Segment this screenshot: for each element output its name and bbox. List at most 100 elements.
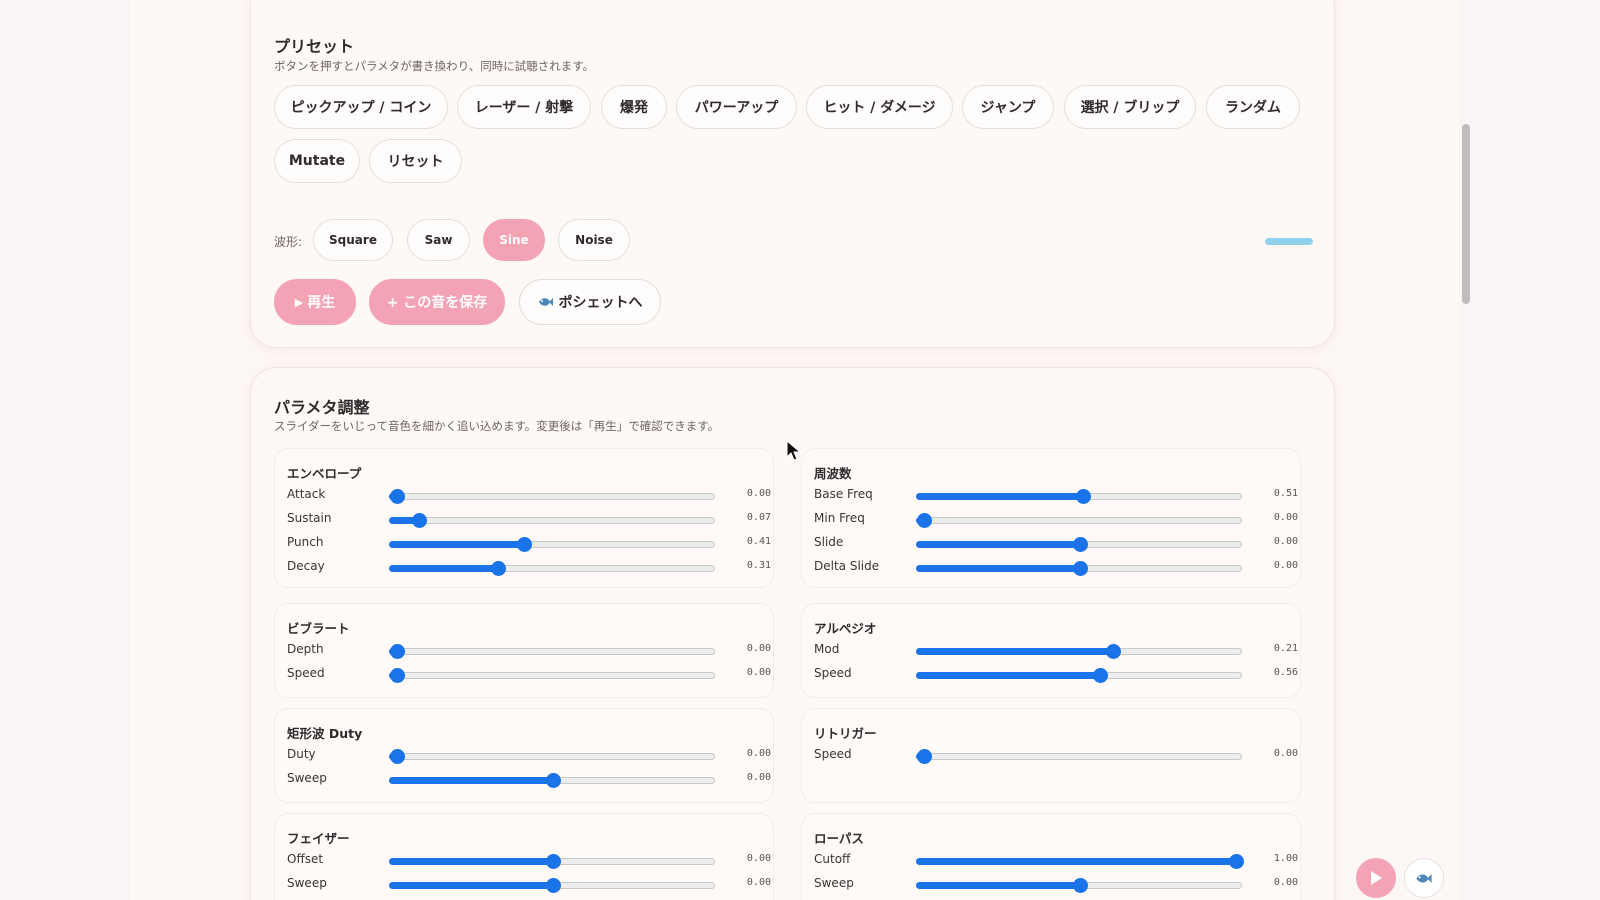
preset-title: プリセット: [274, 37, 355, 56]
param-slider-thumb[interactable]: [917, 513, 932, 528]
param-group: リトリガー Speed 0.00: [801, 708, 1301, 803]
param-slider-thumb[interactable]: [546, 773, 561, 788]
param-slider-fill: [916, 648, 1112, 655]
param-value: 0.00: [1273, 748, 1298, 759]
floating-pochette-button[interactable]: [1404, 858, 1444, 898]
param-label: Sweep: [814, 876, 854, 890]
param-slider[interactable]: [389, 537, 715, 552]
play-label: 再生: [307, 295, 336, 311]
param-value: 0.56: [1273, 667, 1298, 678]
mutate-button[interactable]: Mutate: [274, 139, 360, 183]
preset-explosion-button[interactable]: 爆発: [601, 85, 667, 129]
param-label: Slide: [814, 535, 844, 549]
preset-laser-button[interactable]: レーザー / 射撃: [457, 85, 591, 129]
param-slider[interactable]: [389, 644, 715, 659]
param-slider-thumb[interactable]: [390, 644, 405, 659]
reset-button[interactable]: リセット: [369, 139, 462, 183]
param-slider-thumb[interactable]: [517, 537, 532, 552]
param-group-title: アルペジオ: [814, 621, 877, 636]
param-value: 0.07: [746, 512, 771, 523]
param-label: Delta Slide: [814, 559, 880, 573]
param-slider-thumb[interactable]: [1073, 561, 1088, 576]
preset-random-button[interactable]: ランダム: [1206, 85, 1300, 129]
param-slider[interactable]: [389, 878, 715, 893]
param-slider[interactable]: [916, 561, 1242, 576]
param-slider[interactable]: [916, 644, 1242, 659]
param-value: 0.00: [746, 488, 771, 499]
param-slider[interactable]: [916, 668, 1242, 683]
param-slider-thumb[interactable]: [390, 489, 405, 504]
wave-sine-button[interactable]: Sine: [483, 219, 545, 261]
parameter-subtitle: スライダーをいじって音色を細かく追い込めます。変更後は「再生」で確認できます。: [274, 419, 720, 433]
param-slider[interactable]: [916, 749, 1242, 764]
floating-play-button[interactable]: [1356, 858, 1396, 898]
param-slider-thumb[interactable]: [1229, 854, 1244, 869]
param-group-title: リトリガー: [814, 726, 877, 741]
wave-noise-button[interactable]: Noise: [558, 219, 630, 261]
param-label: Speed: [814, 666, 852, 680]
param-slider[interactable]: [389, 854, 715, 869]
param-slider-thumb[interactable]: [546, 854, 561, 869]
preset-jump-button[interactable]: ジャンプ: [962, 85, 1054, 129]
param-group: ローパス Cutoff 1.00 Sweep 0.00: [801, 813, 1301, 900]
preset-select-blip-button[interactable]: 選択 / ブリップ: [1064, 85, 1196, 129]
param-slider-thumb[interactable]: [917, 749, 932, 764]
param-slider[interactable]: [916, 854, 1244, 869]
param-group: フェイザー Offset 0.00 Sweep 0.00: [274, 813, 774, 900]
save-sound-button[interactable]: + この音を保存: [369, 279, 505, 325]
play-button[interactable]: ▶ 再生: [274, 279, 356, 325]
param-slider[interactable]: [389, 773, 715, 788]
param-slider-thumb[interactable]: [1073, 537, 1088, 552]
param-slider[interactable]: [389, 513, 715, 528]
pochette-button[interactable]: ポシェットへ: [519, 279, 661, 325]
param-slider[interactable]: [389, 668, 715, 683]
waveform-label: 波形:: [274, 235, 303, 249]
param-group-title: ローパス: [814, 831, 864, 846]
param-slider-thumb[interactable]: [546, 878, 561, 893]
param-value: 0.00: [746, 643, 771, 654]
wave-square-button[interactable]: Square: [313, 219, 393, 261]
param-label: Speed: [287, 666, 325, 680]
param-value: 0.41: [746, 536, 771, 547]
param-slider-thumb[interactable]: [412, 513, 427, 528]
param-slider[interactable]: [916, 537, 1242, 552]
param-value: 0.00: [746, 772, 771, 783]
param-group-title: ビブラート: [287, 621, 350, 636]
param-slider[interactable]: [389, 561, 715, 576]
param-slider-thumb[interactable]: [1093, 668, 1108, 683]
param-slider-thumb[interactable]: [390, 749, 405, 764]
param-row: Sustain 0.07: [275, 509, 775, 531]
param-slider-fill: [916, 672, 1099, 679]
param-row: Speed 0.56: [802, 664, 1302, 686]
param-value: 0.00: [746, 667, 771, 678]
param-group: アルペジオ Mod 0.21 Speed 0.56: [801, 603, 1301, 698]
page-scrollbar[interactable]: [1462, 124, 1470, 304]
wave-saw-button[interactable]: Saw: [407, 219, 470, 261]
param-row: Duty 0.00: [275, 745, 775, 767]
param-slider-thumb[interactable]: [1106, 644, 1121, 659]
fish-icon: [1416, 873, 1432, 883]
preset-pickup-coin-button[interactable]: ピックアップ / コイン: [274, 85, 448, 129]
param-slider-thumb[interactable]: [1076, 489, 1091, 504]
param-value: 0.31: [746, 560, 771, 571]
param-row: Mod 0.21: [802, 640, 1302, 662]
param-group: エンベロープ Attack 0.00 Sustain 0.07 Punch 0.41 Deca…: [274, 448, 774, 588]
param-slider[interactable]: [389, 749, 715, 764]
param-row: Offset 0.00: [275, 850, 775, 872]
param-slider-fill: [916, 882, 1079, 889]
preset-hit-damage-button[interactable]: ヒット / ダメージ: [806, 85, 953, 129]
param-label: Sweep: [287, 771, 327, 785]
param-row: Delta Slide 0.00: [802, 557, 1302, 579]
param-row: Min Freq 0.00: [802, 509, 1302, 531]
parameter-title: パラメタ調整: [274, 398, 370, 417]
param-slider-thumb[interactable]: [390, 668, 405, 683]
param-slider-fill: [916, 565, 1079, 572]
param-slider-thumb[interactable]: [491, 561, 506, 576]
preset-powerup-button[interactable]: パワーアップ: [676, 85, 797, 129]
param-slider[interactable]: [916, 513, 1242, 528]
param-label: Punch: [287, 535, 324, 549]
param-slider-thumb[interactable]: [1073, 878, 1088, 893]
param-slider[interactable]: [916, 878, 1242, 893]
param-slider[interactable]: [389, 489, 715, 504]
param-slider[interactable]: [916, 489, 1242, 504]
